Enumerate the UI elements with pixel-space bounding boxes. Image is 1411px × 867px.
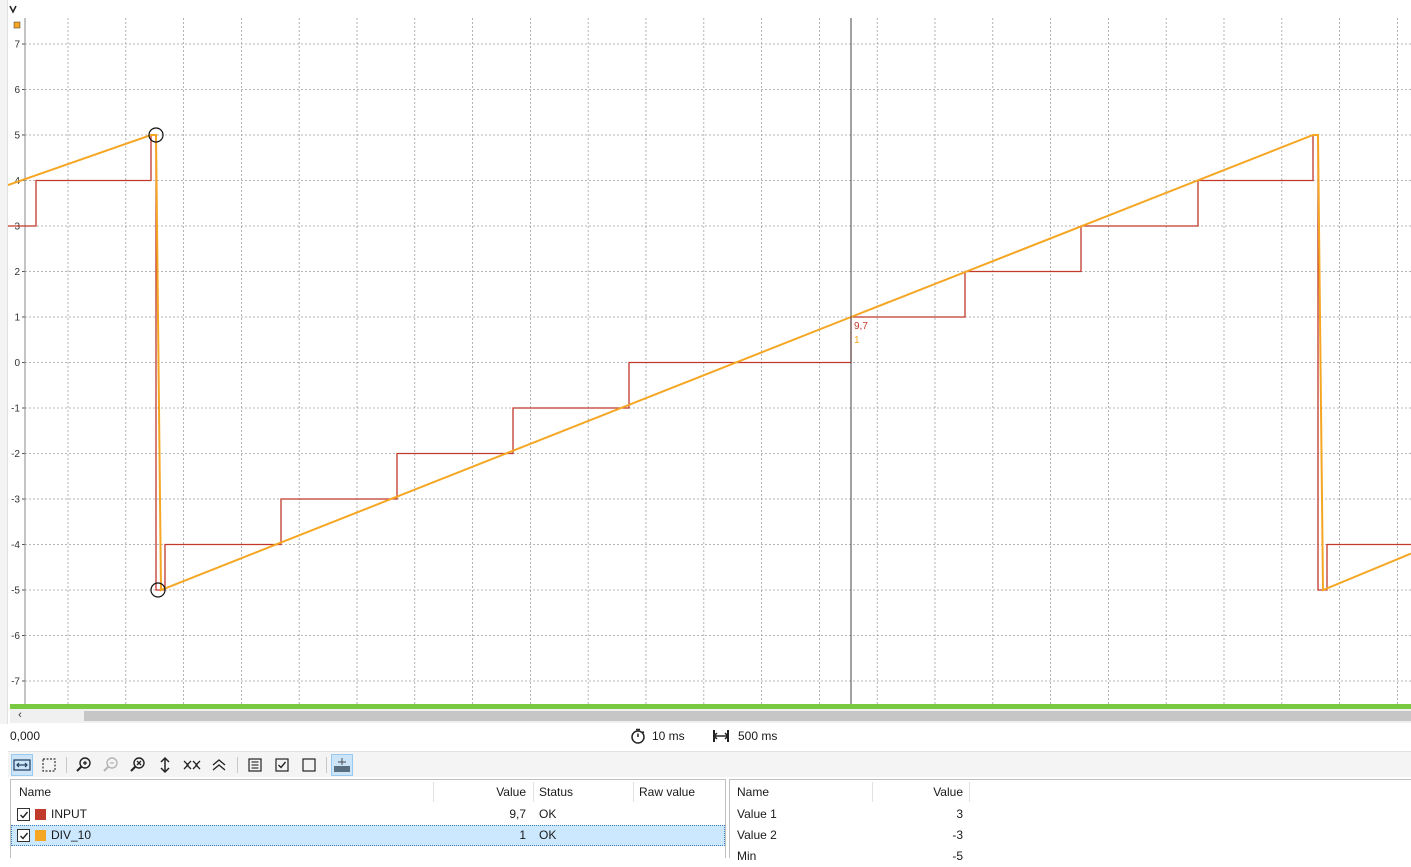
zoom-in-button[interactable] — [73, 754, 95, 776]
fit-horizontal-icon — [183, 760, 201, 770]
zoom-in-icon — [76, 757, 91, 772]
col-header-name[interactable]: Name — [737, 780, 769, 804]
time-span-icon — [712, 730, 730, 742]
y-tick-label: -7 — [11, 677, 20, 688]
signal-checkbox-div10[interactable] — [17, 829, 30, 842]
col-header-value[interactable]: Value — [461, 780, 526, 804]
col-header-raw-value[interactable]: Raw value — [639, 780, 695, 804]
signal-color-swatch — [35, 830, 46, 841]
signal-status: OK — [539, 828, 557, 842]
status-row: 0,000 10 ms 500 ms — [0, 724, 1411, 748]
time-offset: 0,000 — [10, 729, 41, 743]
y-tick-label: -1 — [11, 404, 20, 415]
column-divider — [433, 782, 434, 802]
signal-name: INPUT — [51, 807, 87, 821]
property-value: -5 — [952, 849, 963, 863]
toolbar-separator — [237, 757, 238, 773]
y-tick-label: 0 — [14, 358, 20, 369]
y-tick-label: -3 — [11, 495, 20, 506]
signal-value: 1 — [519, 828, 526, 842]
property-value: -3 — [952, 828, 963, 842]
y-tick-label: 7 — [14, 40, 20, 51]
left-edge-strip — [0, 0, 8, 745]
zoom-out-icon — [103, 757, 118, 772]
property-name: Min — [737, 849, 757, 863]
signal-checkbox-input[interactable] — [17, 808, 30, 821]
zoom-x-icon — [13, 759, 31, 771]
chart-toolbar — [8, 751, 1411, 777]
properties-table: Name Value Value 1 3 Value 2 -3 Min -5 — [729, 779, 1411, 863]
zoom-fit-icon — [130, 757, 145, 772]
col-header-name[interactable]: Name — [19, 780, 51, 804]
y-tick-label: -4 — [11, 540, 20, 551]
fit-horizontal-button[interactable] — [181, 754, 203, 776]
y-tick-label: 3 — [14, 222, 20, 233]
baseline-icon — [334, 758, 350, 772]
uncheck-all-icon — [302, 758, 316, 772]
scroll-left-icon[interactable]: ‹ — [12, 709, 28, 723]
signal-row-input[interactable]: INPUT 9,7 OK — [11, 804, 725, 825]
y-tick-label: -5 — [11, 586, 20, 597]
cursor-label-div10: 1 — [854, 335, 860, 346]
horizontal-scrollbar[interactable]: ‹ — [10, 709, 1411, 723]
signal-color-swatch — [35, 809, 46, 820]
scrollbar-thumb[interactable] — [84, 711, 1411, 721]
select-list-button[interactable] — [244, 754, 266, 776]
property-value: 3 — [956, 807, 963, 821]
signal-name: DIV_10 — [51, 828, 92, 842]
property-row[interactable]: Min -5 — [730, 846, 1411, 867]
property-name: Value 1 — [737, 807, 777, 821]
column-divider — [633, 782, 634, 802]
column-divider — [872, 782, 873, 802]
zoom-box-icon — [42, 758, 56, 772]
zoom-x-button[interactable] — [11, 754, 33, 776]
stretch-button[interactable] — [208, 754, 230, 776]
sample-rate-value: 10 ms — [652, 729, 685, 743]
property-row[interactable]: Value 1 3 — [730, 804, 1411, 825]
select-list-icon — [248, 758, 262, 772]
y-tick-label: -6 — [11, 631, 20, 642]
y-tick-label: 6 — [14, 85, 20, 96]
stopwatch-icon — [631, 728, 645, 744]
signals-table: Name Value Status Raw value INPUT 9,7 OK… — [10, 779, 726, 858]
trend-chart-svg[interactable]: 76543210-1-2-3-4-5-6-79,71 — [8, 0, 1411, 705]
axis-color-marker — [13, 21, 21, 29]
zoom-fit-button[interactable] — [127, 754, 149, 776]
fit-vertical-icon — [160, 756, 170, 774]
col-header-status[interactable]: Status — [539, 780, 573, 804]
zoom-out-button[interactable] — [100, 754, 122, 776]
baseline-button[interactable] — [331, 754, 353, 776]
column-divider — [533, 782, 534, 802]
y-tick-label: 5 — [14, 131, 20, 142]
fit-vertical-button[interactable] — [154, 754, 176, 776]
cursor-label-input: 9,7 — [854, 321, 868, 332]
col-header-value[interactable]: Value — [880, 780, 963, 804]
check-icon — [20, 811, 29, 819]
signal-value: 9,7 — [509, 807, 526, 821]
uncheck-all-button[interactable] — [298, 754, 320, 776]
check-all-icon — [275, 758, 289, 772]
signal-row-div10[interactable]: DIV_10 1 OK — [11, 825, 725, 846]
y-tick-label: -2 — [11, 449, 20, 460]
time-window: 500 ms — [712, 727, 777, 745]
toolbar-separator — [326, 757, 327, 773]
stretch-icon — [212, 759, 226, 771]
trend-chart[interactable]: 7 6 5 4 3 2 1 0 -1 -2 -3 -4 -5 -6 -7 9,7 1 — [8, 0, 1411, 705]
y-tick-label: 2 — [14, 267, 20, 278]
y-tick-label: 1 — [14, 313, 20, 324]
axis-arrow-icon — [9, 5, 17, 14]
toolbar-separator — [66, 757, 67, 773]
column-divider — [969, 782, 970, 802]
check-all-button[interactable] — [271, 754, 293, 776]
property-name: Value 2 — [737, 828, 777, 842]
sample-rate: 10 ms — [630, 727, 685, 745]
property-row[interactable]: Value 2 -3 — [730, 825, 1411, 846]
trend-viewer-window: 7 6 5 4 3 2 1 0 -1 -2 -3 -4 -5 -6 -7 9,7 1 ‹ 0,000 10 ms — [0, 0, 1411, 863]
time-window-value: 500 ms — [738, 729, 778, 743]
check-icon — [20, 832, 29, 840]
zoom-box-button[interactable] — [38, 754, 60, 776]
signal-status: OK — [539, 807, 557, 821]
